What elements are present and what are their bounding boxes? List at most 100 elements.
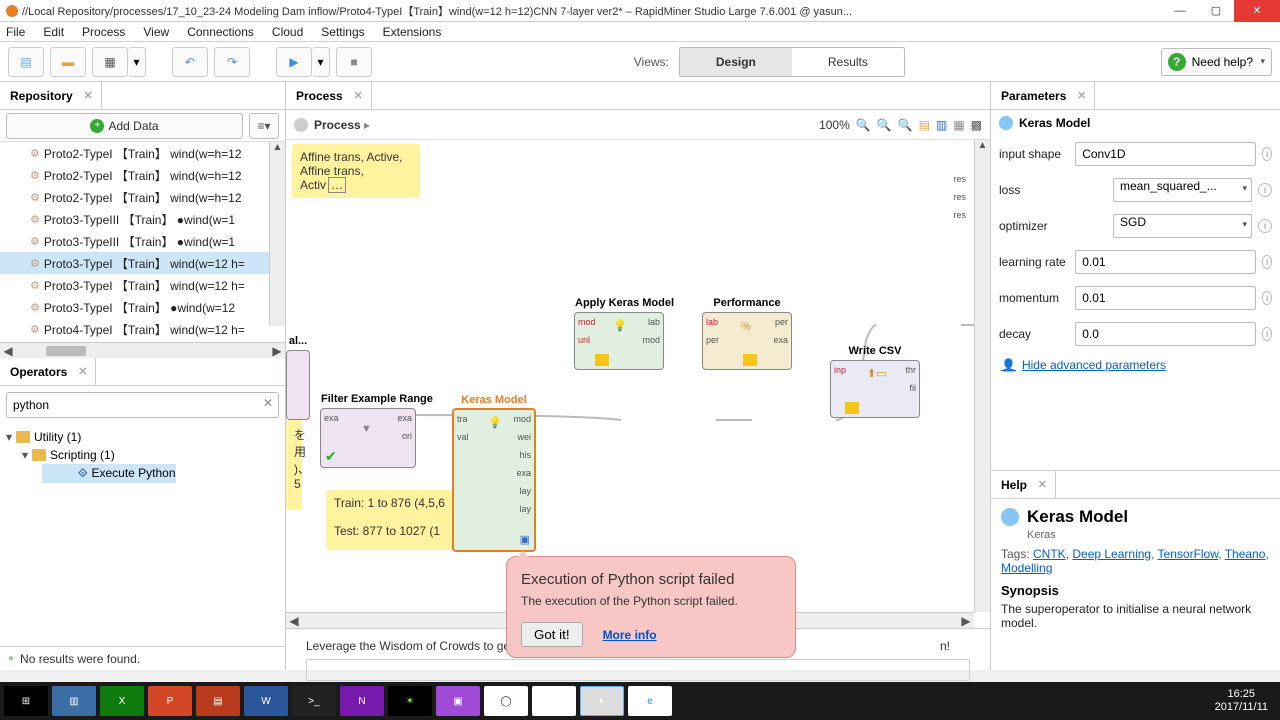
canvas-tool-icon[interactable]: ▥: [936, 118, 947, 132]
scrollbar-horizontal[interactable]: ◀▶: [0, 342, 285, 358]
scrollbar-vertical[interactable]: ▲: [974, 140, 990, 612]
redo-button[interactable]: ↷: [214, 47, 250, 77]
menu-view[interactable]: View: [143, 25, 169, 39]
undo-button[interactable]: ↶: [172, 47, 208, 77]
close-button[interactable]: ✕: [1234, 0, 1280, 22]
sticky-note[interactable]: Affine trans, Active, Affine trans, Acti…: [292, 144, 420, 198]
run-button[interactable]: ▶: [276, 47, 312, 77]
taskbar-app[interactable]: N: [340, 686, 384, 716]
start-button[interactable]: ⊞: [4, 686, 48, 716]
menu-connections[interactable]: Connections: [187, 25, 254, 39]
menu-file[interactable]: File: [6, 25, 25, 39]
repo-item[interactable]: Proto3-TypeI 【Train】 wind(w=12 h=: [0, 274, 285, 296]
got-it-button[interactable]: Got it!: [521, 622, 583, 647]
operator-filter-example-range[interactable]: Filter Example Range exa exa ori ▼ ✔: [320, 408, 416, 468]
info-icon[interactable]: i: [1262, 147, 1272, 161]
sticky-note[interactable]: を用 )、 5: [286, 420, 302, 510]
breadcrumb[interactable]: Process: [314, 118, 370, 132]
help-tag-link[interactable]: Deep Learning: [1072, 547, 1151, 561]
process-canvas[interactable]: Affine trans, Active, Affine trans, Acti…: [286, 140, 990, 628]
zoom-out-icon[interactable]: 🔍: [856, 118, 871, 132]
info-icon[interactable]: i: [1262, 327, 1272, 341]
minimize-button[interactable]: —: [1162, 0, 1198, 22]
repo-item[interactable]: Proto2-TypeI 【Train】 wind(w=h=12: [0, 164, 285, 186]
repo-view-button[interactable]: ≡▾: [249, 113, 279, 139]
more-info-link[interactable]: More info: [603, 628, 657, 642]
menu-extensions[interactable]: Extensions: [383, 25, 442, 39]
need-help-button[interactable]: ? Need help?: [1161, 48, 1272, 76]
add-data-button[interactable]: +Add Data: [6, 113, 243, 139]
repo-item[interactable]: Proto4-TypeI 【Train】 wind(w=12 h=: [0, 318, 285, 340]
stop-button[interactable]: ■: [336, 47, 372, 77]
open-button[interactable]: ▬: [50, 47, 86, 77]
help-tag-link[interactable]: CNTK: [1033, 547, 1066, 561]
canvas-tool-icon[interactable]: ▤: [919, 118, 930, 132]
param-select[interactable]: mean_squared_...: [1113, 178, 1252, 202]
help-tag-link[interactable]: Modelling: [1001, 561, 1052, 575]
taskbar-app[interactable]: ◯: [484, 686, 528, 716]
param-input[interactable]: [1075, 142, 1256, 166]
taskbar-app[interactable]: e: [628, 686, 672, 716]
info-icon[interactable]: i: [1258, 219, 1272, 233]
view-design[interactable]: Design: [680, 48, 792, 76]
operator-performance[interactable]: Performance lab per per exa %: [702, 312, 792, 370]
taskbar-app[interactable]: ▤: [196, 686, 240, 716]
view-results[interactable]: Results: [792, 48, 904, 76]
new-button[interactable]: ▤: [8, 47, 44, 77]
repo-item[interactable]: Proto2-TypeI 【Train】 wind(w=h=12: [0, 186, 285, 208]
scrollbar-vertical[interactable]: ▲: [269, 142, 285, 326]
clear-icon[interactable]: ✕: [263, 396, 273, 410]
close-icon[interactable]: ✕: [1077, 89, 1086, 102]
ops-folder-scripting[interactable]: ▾Scripting (1): [6, 446, 279, 464]
ops-folder-utility[interactable]: ▾Utility (1): [6, 428, 279, 446]
canvas-tool-icon[interactable]: ▦: [953, 118, 964, 132]
operators-search-input[interactable]: [6, 392, 279, 418]
taskbar-app[interactable]: ✶: [388, 686, 432, 716]
info-icon[interactable]: i: [1258, 183, 1272, 197]
taskbar-app[interactable]: ▥: [52, 686, 96, 716]
repository-tree[interactable]: Proto2-TypeI 【Train】 wind(w=h=12Proto2-T…: [0, 142, 285, 342]
operator-keras-model[interactable]: Keras Model tra val mod wei his exa lay …: [452, 408, 536, 552]
menu-edit[interactable]: Edit: [43, 25, 64, 39]
repo-item[interactable]: Proto3-TypeI 【Train】 ●wind(w=12: [0, 296, 285, 318]
zoom-fit-icon[interactable]: 🔍: [877, 118, 892, 132]
close-icon[interactable]: ✕: [1038, 478, 1047, 491]
canvas-tool-icon[interactable]: ▩: [971, 118, 982, 132]
taskbar-app[interactable]: P: [148, 686, 192, 716]
help-tag-link[interactable]: Theano: [1225, 547, 1266, 561]
param-input[interactable]: [1075, 286, 1256, 310]
taskbar-app[interactable]: ▩: [532, 686, 576, 716]
save-button[interactable]: ▦: [92, 47, 128, 77]
taskbar-app[interactable]: W: [244, 686, 288, 716]
close-icon[interactable]: ✕: [83, 89, 92, 102]
zoom-in-icon[interactable]: 🔍: [898, 118, 913, 132]
operator-write-csv[interactable]: Write CSV inp thr fil ⬆▭: [830, 360, 920, 418]
taskbar-app[interactable]: ▣: [436, 686, 480, 716]
ops-leaf-execute-python[interactable]: ⟐Execute Python: [42, 464, 176, 483]
repo-item[interactable]: Proto3-TypeIII 【Train】 ●wind(w=1: [0, 208, 285, 230]
run-dropdown[interactable]: ▾: [312, 47, 330, 77]
maximize-button[interactable]: ▢: [1198, 0, 1234, 22]
param-input[interactable]: [1075, 322, 1256, 346]
save-dropdown[interactable]: ▾: [128, 47, 146, 77]
taskbar-app[interactable]: X: [100, 686, 144, 716]
menu-settings[interactable]: Settings: [321, 25, 364, 39]
close-icon[interactable]: ✕: [353, 89, 362, 102]
close-icon[interactable]: ✕: [78, 365, 87, 378]
repo-item[interactable]: Proto2-TypeI 【Train】 wind(w=h=12: [0, 142, 285, 164]
help-tag-link[interactable]: TensorFlow: [1158, 547, 1219, 561]
menu-process[interactable]: Process: [82, 25, 125, 39]
operator-apply-keras[interactable]: Apply Keras Model mod unl lab mod 💡: [574, 312, 664, 370]
taskbar-app[interactable]: >_: [292, 686, 336, 716]
menu-cloud[interactable]: Cloud: [272, 25, 303, 39]
taskbar-app[interactable]: ◐: [580, 686, 624, 716]
param-input[interactable]: [1075, 250, 1256, 274]
param-select[interactable]: SGD: [1113, 214, 1252, 238]
operator-node[interactable]: al...: [286, 350, 310, 420]
info-icon[interactable]: i: [1262, 291, 1272, 305]
taskbar-clock[interactable]: 16:252017/11/11: [1215, 688, 1276, 714]
info-icon[interactable]: i: [1262, 255, 1272, 269]
hide-advanced-link[interactable]: Hide advanced parameters: [991, 352, 1280, 378]
repo-item[interactable]: Proto3-TypeI 【Train】 wind(w=12 h=: [0, 252, 285, 274]
repo-item[interactable]: Proto3-TypeIII 【Train】 ●wind(w=1: [0, 230, 285, 252]
